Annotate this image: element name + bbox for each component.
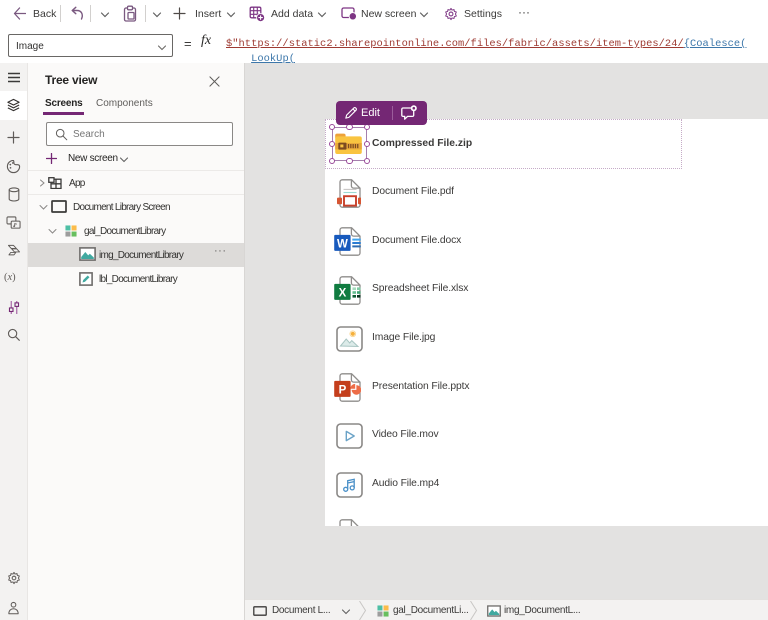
svg-text:P: P	[339, 384, 347, 396]
svg-text:W: W	[337, 238, 348, 250]
svg-text:X: X	[339, 287, 347, 299]
